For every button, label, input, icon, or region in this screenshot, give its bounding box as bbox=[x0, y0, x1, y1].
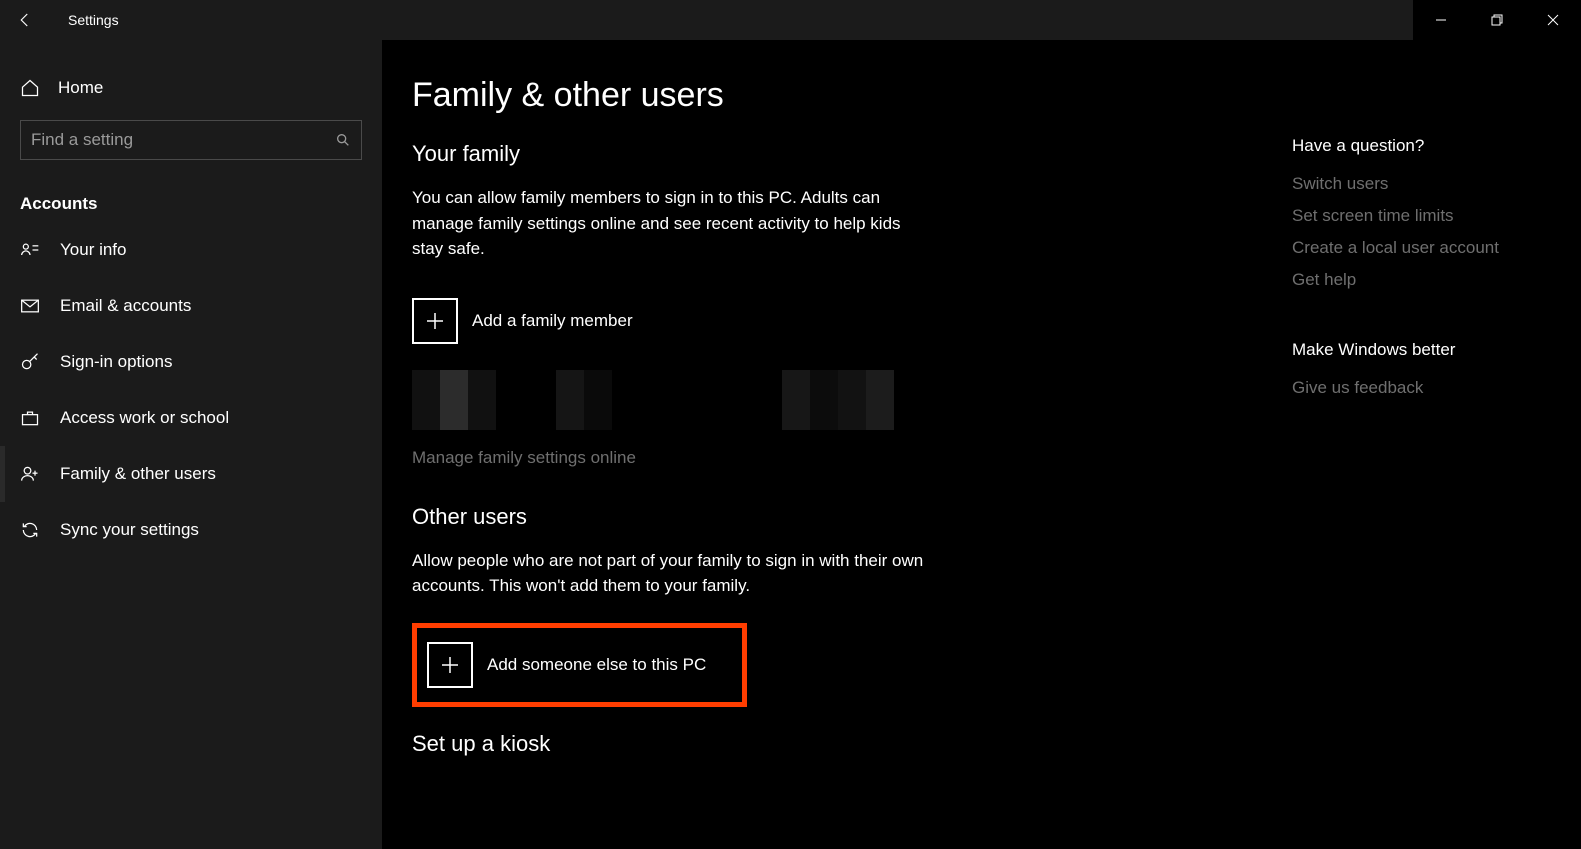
plus-icon bbox=[412, 298, 458, 344]
maximize-button[interactable] bbox=[1469, 0, 1525, 40]
search-input[interactable] bbox=[31, 130, 335, 150]
redacted-family-member bbox=[412, 370, 1172, 430]
help-better-heading: Make Windows better bbox=[1292, 340, 1499, 360]
home-button[interactable]: Home bbox=[0, 68, 382, 108]
home-label: Home bbox=[58, 78, 103, 98]
mail-icon bbox=[20, 296, 40, 316]
help-link-get-help[interactable]: Get help bbox=[1292, 270, 1499, 290]
help-link-feedback[interactable]: Give us feedback bbox=[1292, 378, 1499, 398]
sidebar-item-signin-options[interactable]: Sign-in options bbox=[0, 334, 382, 390]
sidebar-item-label: Access work or school bbox=[60, 408, 229, 428]
search-box[interactable] bbox=[20, 120, 362, 160]
help-column: Have a question? Switch users Set screen… bbox=[1292, 76, 1499, 849]
main-content: Family & other users Your family You can… bbox=[382, 40, 1581, 849]
sidebar-item-your-info[interactable]: Your info bbox=[0, 222, 382, 278]
home-icon bbox=[20, 78, 40, 98]
other-users-heading: Other users bbox=[412, 504, 1172, 530]
sidebar-item-label: Sign-in options bbox=[60, 352, 172, 372]
sidebar-item-label: Email & accounts bbox=[60, 296, 191, 316]
setup-kiosk-heading: Set up a kiosk bbox=[412, 731, 1172, 757]
sidebar-item-sync-settings[interactable]: Sync your settings bbox=[0, 502, 382, 558]
titlebar: Settings bbox=[0, 0, 1581, 40]
sidebar-item-email-accounts[interactable]: Email & accounts bbox=[0, 278, 382, 334]
back-button[interactable] bbox=[16, 11, 48, 29]
your-family-heading: Your family bbox=[412, 141, 1172, 167]
window-controls bbox=[1413, 0, 1581, 40]
manage-family-settings-link[interactable]: Manage family settings online bbox=[412, 448, 1172, 468]
your-family-description: You can allow family members to sign in … bbox=[412, 185, 932, 262]
add-family-label: Add a family member bbox=[472, 311, 633, 331]
sidebar-item-access-work-school[interactable]: Access work or school bbox=[0, 390, 382, 446]
other-users-description: Allow people who are not part of your fa… bbox=[412, 548, 932, 599]
sidebar-item-family-other-users[interactable]: Family & other users bbox=[0, 446, 382, 502]
help-link-local-account[interactable]: Create a local user account bbox=[1292, 238, 1499, 258]
help-link-screen-time[interactable]: Set screen time limits bbox=[1292, 206, 1499, 226]
help-question-heading: Have a question? bbox=[1292, 136, 1499, 156]
add-other-user-label: Add someone else to this PC bbox=[487, 655, 706, 675]
add-family-member-button[interactable]: Add a family member bbox=[412, 290, 1172, 352]
add-other-user-button[interactable]: Add someone else to this PC bbox=[412, 623, 747, 707]
people-icon bbox=[20, 464, 40, 484]
minimize-button[interactable] bbox=[1413, 0, 1469, 40]
page-title: Family & other users bbox=[412, 76, 1172, 115]
sync-icon bbox=[20, 520, 40, 540]
close-button[interactable] bbox=[1525, 0, 1581, 40]
sidebar-item-label: Family & other users bbox=[60, 464, 216, 484]
briefcase-icon bbox=[20, 408, 40, 428]
sidebar-section-label: Accounts bbox=[20, 194, 362, 214]
help-link-switch-users[interactable]: Switch users bbox=[1292, 174, 1499, 194]
key-icon bbox=[20, 352, 40, 372]
search-icon bbox=[335, 132, 351, 148]
window-title: Settings bbox=[68, 12, 119, 28]
plus-icon bbox=[427, 642, 473, 688]
sidebar-item-label: Sync your settings bbox=[60, 520, 199, 540]
sidebar: Home Accounts Your info bbox=[0, 40, 382, 849]
sidebar-item-label: Your info bbox=[60, 240, 126, 260]
person-card-icon bbox=[20, 240, 40, 260]
